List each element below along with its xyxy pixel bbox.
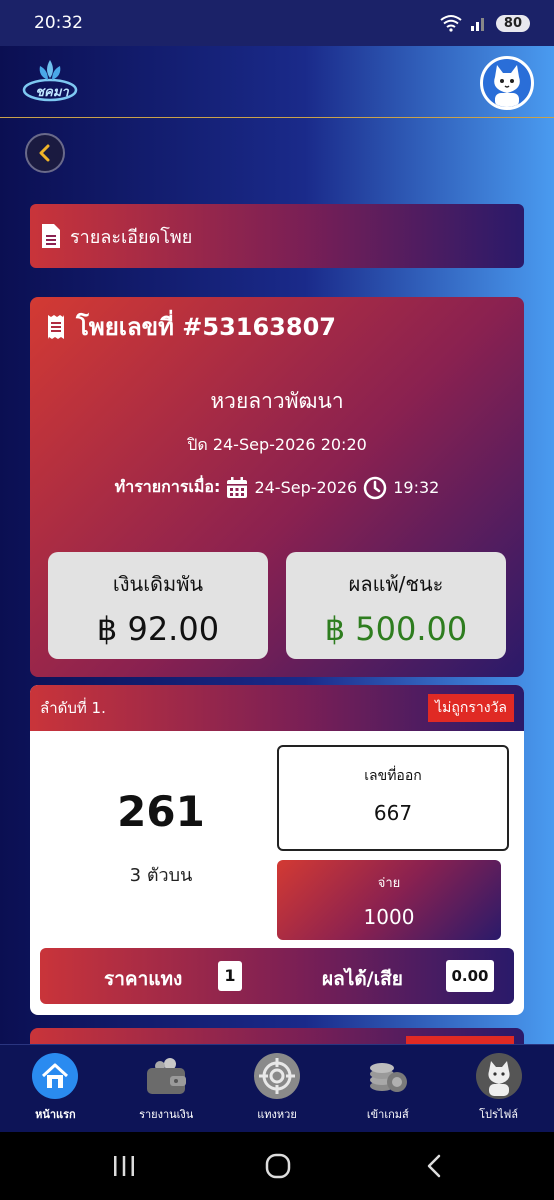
- receipt-icon: [48, 314, 64, 339]
- bet-result-card: ลำดับที่ 1. ไม่ถูกรางวัล 261 3 ตัวบน เลข…: [30, 685, 524, 1015]
- transaction-label: ทำรายการเมื่อ:: [114, 477, 221, 496]
- back-button[interactable]: [25, 133, 65, 173]
- win-loss-box: ผลแพ้/ชนะ ฿ 500.00: [286, 552, 506, 659]
- ticket-card: โพยเลขที่ #53163807 หวยลาวพัฒนา ปิด 24-S…: [30, 297, 524, 677]
- transaction-info: ทำรายการเมื่อ: 24-Sep-2026 19:32: [30, 475, 524, 500]
- nav-games-label: เข้าเกมส์: [366, 1108, 409, 1121]
- nav-profile-label: โปรไฟล์: [479, 1108, 519, 1121]
- payout-value: 1000: [363, 905, 415, 929]
- status-icons: 80: [440, 14, 530, 32]
- clock-icon: [363, 476, 387, 499]
- transaction-date: 24-Sep-2026: [254, 478, 358, 497]
- profit-loss-value: 0.00: [446, 960, 494, 992]
- casino-chips-icon: [365, 1053, 411, 1099]
- transaction-time: 19:32: [393, 478, 440, 497]
- target-icon: [253, 1053, 300, 1099]
- bet-summary-bar: ราคาแทง 1 ผลได้/เสีย 0.00: [40, 948, 514, 1004]
- bet-type: 3 ตัวบน: [129, 865, 193, 886]
- payout-label: จ่าย: [377, 876, 401, 891]
- bet-result-header: ลำดับที่ 1. ไม่ถูกรางวัล: [30, 685, 524, 731]
- app-header: ชคมา: [0, 46, 554, 118]
- nav-finance-report[interactable]: รายงานเงิน: [111, 1045, 222, 1132]
- detail-section-header: รายละเอียดโพย: [30, 204, 524, 268]
- drawn-number-box: เลขที่ออก 667: [277, 745, 509, 851]
- price-label: ราคาแทง: [104, 968, 183, 990]
- price-value: 1: [218, 961, 242, 991]
- chevron-left-icon: [39, 144, 50, 162]
- nav-games[interactable]: เข้าเกมส์: [332, 1045, 443, 1132]
- app-logo[interactable]: ชคมา: [22, 52, 82, 108]
- stake-value: ฿ 92.00: [96, 610, 220, 648]
- user-avatar[interactable]: [480, 56, 534, 110]
- stake-label: เงินเดิมพัน: [112, 572, 204, 596]
- bottom-nav: หน้าแรก รายงานเงิน แทงหวย เข้าเกมส์ โปรไ…: [0, 1044, 554, 1132]
- bet-order-label: ลำดับที่ 1.: [40, 699, 106, 717]
- win-loss-label: ผลแพ้/ชนะ: [348, 572, 444, 596]
- app-screen: 20:32 80 ชคมา รายละเอียดโพย โพยเลขที่ #5…: [0, 0, 554, 1200]
- system-nav-bar: [0, 1132, 554, 1200]
- status-time: 20:32: [34, 13, 83, 33]
- nav-finance-label: รายงานเงิน: [139, 1108, 194, 1121]
- drawn-number-value: 667: [373, 801, 413, 825]
- payout-box: จ่าย 1000: [277, 860, 501, 940]
- status-bar: 20:32 80: [0, 0, 554, 46]
- nav-place-bet-label: แทงหวย: [257, 1108, 297, 1121]
- recent-apps-button[interactable]: [104, 1150, 144, 1182]
- status-badge: ไม่ถูกรางวัล: [428, 694, 514, 722]
- bet-number: 261: [117, 787, 205, 836]
- stake-box: เงินเดิมพัน ฿ 92.00: [48, 552, 268, 659]
- calendar-icon: [227, 476, 248, 498]
- win-loss-value: ฿ 500.00: [324, 610, 468, 648]
- drawn-number-label: เลขที่ออก: [364, 768, 422, 784]
- home-system-button[interactable]: [258, 1150, 298, 1182]
- profit-loss-label: ผลได้/เสีย: [322, 968, 403, 990]
- document-icon: [42, 224, 60, 248]
- close-time: ปิด 24-Sep-2026 20:20: [187, 435, 367, 454]
- ticket-title: โพยเลขที่ #53163807: [46, 307, 336, 346]
- back-system-button[interactable]: [414, 1150, 454, 1182]
- ticket-number: โพยเลขที่ #53163807: [76, 313, 336, 341]
- detail-section-title: รายละเอียดโพย: [70, 226, 193, 248]
- recent-apps-icon: [114, 1156, 134, 1176]
- battery-indicator: 80: [495, 14, 530, 32]
- lottery-name: หวยลาวพัฒนา: [210, 389, 344, 413]
- wallet-icon: [143, 1053, 189, 1099]
- svg-text:ชคมา: ชคมา: [35, 85, 69, 100]
- signal-icon: [470, 18, 484, 31]
- home-icon: [32, 1053, 79, 1099]
- nav-profile[interactable]: โปรไฟล์: [443, 1045, 554, 1132]
- nav-home-label: หน้าแรก: [35, 1108, 76, 1121]
- wifi-icon: [440, 15, 462, 32]
- nav-place-bet[interactable]: แทงหวย: [222, 1045, 333, 1132]
- home-circle-icon: [265, 1153, 291, 1179]
- nav-home[interactable]: หน้าแรก: [0, 1045, 111, 1132]
- back-arrow-icon: [427, 1154, 441, 1178]
- profile-avatar-icon: [475, 1053, 522, 1099]
